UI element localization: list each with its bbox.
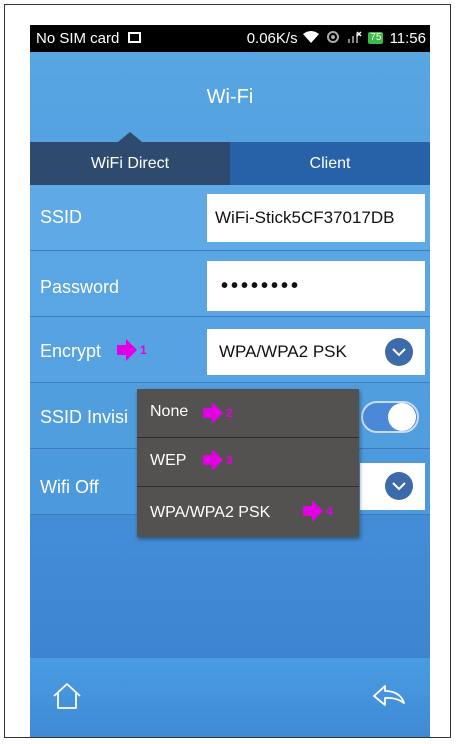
toggle-knob [388, 403, 416, 431]
wifi-signal-icon [302, 26, 320, 53]
encrypt-row: Encrypt 1 WPA/WPA2 PSK [30, 317, 430, 383]
annotation-arrow-icon [203, 449, 223, 471]
annotation-number: 4 [326, 504, 333, 518]
encrypt-label: Encrypt [40, 341, 102, 361]
annotation-marker-4: 4 [303, 500, 333, 522]
annotation-number: 1 [140, 343, 147, 357]
option-label: WPA/WPA2 PSK [150, 504, 271, 521]
annotation-number: 3 [226, 453, 233, 467]
tab-wifi-direct[interactable]: WiFi Direct [30, 132, 230, 185]
bottom-nav-bar [30, 658, 430, 737]
chevron-down-icon [385, 472, 413, 500]
annotation-arrow-icon [203, 402, 223, 424]
encrypt-dropdown-menu: None 2 WEP 3 WPA/WPA2 PSK 4 [137, 389, 359, 537]
settings-notification-icon [324, 26, 342, 53]
ssid-label: SSID [40, 207, 83, 227]
password-value: •••••••• [221, 275, 302, 297]
dropdown-option-wep[interactable]: WEP 3 [137, 438, 359, 487]
password-label: Password [40, 277, 120, 297]
option-label: WEP [150, 452, 187, 469]
encrypt-select[interactable]: WPA/WPA2 PSK [207, 329, 425, 375]
ssid-row: SSID WiFi-Stick5CF37017DB [30, 185, 430, 251]
annotation-marker-2: 2 [203, 402, 233, 424]
annotation-marker-1: 1 [117, 339, 147, 361]
image-notification-icon [127, 31, 141, 43]
home-icon[interactable] [52, 682, 82, 715]
tab-client[interactable]: Client [230, 142, 430, 185]
encrypt-value: WPA/WPA2 PSK [219, 342, 347, 361]
ssid-input[interactable]: WiFi-Stick5CF37017DB [207, 194, 425, 242]
dropdown-option-wpa[interactable]: WPA/WPA2 PSK 4 [137, 487, 359, 537]
status-bar: No SIM card 0.06K/s 75 11:56 [30, 25, 430, 52]
back-icon[interactable] [372, 683, 406, 714]
ssid-value: WiFi-Stick5CF37017DB [215, 208, 395, 227]
annotation-number: 2 [226, 406, 233, 420]
phone-screen: No SIM card 0.06K/s 75 11:56 Wi-Fi WiFi … [30, 25, 430, 737]
password-input[interactable]: •••••••• [207, 261, 425, 311]
page-title: Wi-Fi [206, 86, 254, 108]
wifi-off-label: Wifi Off [40, 477, 99, 497]
network-speed: 0.06K/s [246, 30, 298, 47]
annotation-arrow-icon [117, 339, 137, 361]
carrier-text: No SIM card [36, 30, 120, 47]
annotation-arrow-icon [303, 500, 323, 522]
tab-wifi-direct-label: WiFi Direct [90, 155, 170, 172]
annotation-marker-3: 3 [203, 449, 233, 471]
tab-client-label: Client [309, 155, 351, 172]
password-row: Password •••••••• [30, 251, 430, 317]
battery-icon: 75 [368, 32, 384, 45]
clock: 11:56 [389, 30, 426, 47]
dropdown-option-none[interactable]: None 2 [137, 389, 359, 438]
mobile-signal-icon [346, 26, 362, 53]
ssid-invisible-toggle[interactable] [361, 401, 419, 433]
wifi-off-select[interactable] [360, 463, 425, 510]
tab-selected-caret [118, 132, 142, 142]
ssid-invisible-label: SSID Invisi [40, 407, 129, 427]
option-label: None [150, 403, 189, 420]
tab-bar: WiFi Direct Client [30, 132, 430, 185]
chevron-down-icon [385, 338, 413, 366]
